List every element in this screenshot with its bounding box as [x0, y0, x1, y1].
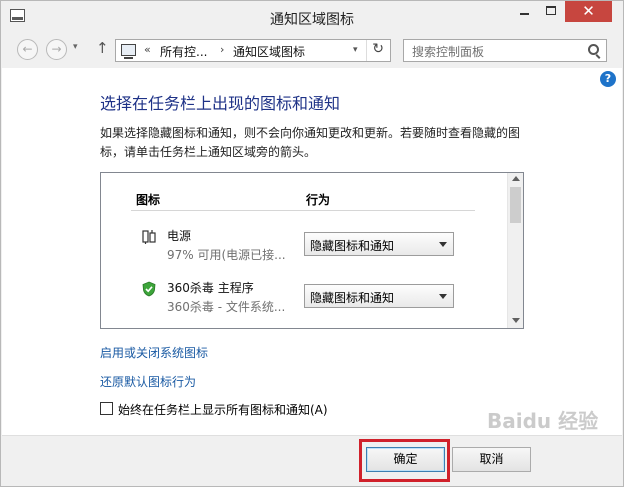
list-item: 360杀毒 主程序 360杀毒 - 文件系统... 隐藏图标和通知	[101, 277, 507, 325]
recent-locations-dropdown[interactable]: ▾	[73, 42, 78, 52]
column-header-behavior: 行为	[306, 193, 331, 207]
chevron-down-icon	[439, 294, 447, 299]
header-divider	[131, 210, 475, 211]
cancel-button[interactable]: 取消	[452, 447, 531, 472]
content-pane: ? 选择在任务栏上出现的图标和通知 如果选择隐藏图标和通知，则不会向你通知更改和…	[2, 68, 622, 435]
navigation-bar: ← → ▾ ↑ « 所有控... › 通知区域图标 ▾ ↻ 搜索控制面板	[1, 32, 623, 68]
minimize-icon	[520, 13, 529, 15]
scroll-up-arrow-icon[interactable]	[512, 176, 520, 181]
computer-icon	[121, 44, 136, 59]
page-heading: 选择在任务栏上出现的图标和通知	[100, 94, 341, 113]
maximize-icon	[546, 6, 556, 15]
help-icon[interactable]: ?	[600, 71, 616, 87]
shield-icon	[142, 281, 156, 297]
address-divider	[366, 40, 367, 61]
title-bar: 通知区域图标 ✕	[1, 1, 623, 32]
ok-button-highlight-box	[359, 439, 450, 482]
behavior-select-value: 隐藏图标和通知	[310, 239, 395, 253]
maximize-button[interactable]	[538, 1, 565, 22]
item-subtitle: 97% 可用(电源已接...	[167, 248, 286, 262]
forward-arrow-icon: →	[51, 42, 62, 56]
address-bar[interactable]: « 所有控... › 通知区域图标 ▾ ↻	[115, 39, 391, 62]
close-button[interactable]: ✕	[565, 1, 612, 22]
minimize-button[interactable]	[511, 1, 538, 22]
list-item: 电源 97% 可用(电源已接... 隐藏图标和通知	[101, 225, 507, 273]
icon-behavior-list: 图标 行为 电源 97% 可用(电源已接... 隐藏图标和通知 360杀毒 主程…	[100, 172, 524, 329]
forward-button[interactable]: →	[46, 39, 67, 60]
power-plug-icon	[142, 230, 156, 244]
item-subtitle: 360杀毒 - 文件系统...	[167, 300, 286, 314]
breadcrumb-notification-icons[interactable]: 通知区域图标	[233, 43, 305, 60]
search-box[interactable]: 搜索控制面板	[403, 39, 607, 62]
behavior-select-value: 隐藏图标和通知	[310, 291, 395, 305]
toggle-system-icons-link[interactable]: 启用或关闭系统图标	[100, 344, 208, 361]
refresh-icon[interactable]: ↻	[372, 41, 384, 57]
behavior-select-power[interactable]: 隐藏图标和通知	[304, 232, 454, 256]
item-name: 电源	[167, 229, 192, 243]
always-show-checkbox[interactable]	[100, 402, 113, 415]
behavior-select-360[interactable]: 隐藏图标和通知	[304, 284, 454, 308]
page-description: 如果选择隐藏图标和通知，则不会向你通知更改和更新。若要随时查看隐藏的图标，请单击…	[100, 126, 521, 159]
back-button[interactable]: ←	[17, 39, 38, 60]
restore-default-behavior-link[interactable]: 还原默认图标行为	[100, 373, 196, 390]
up-button[interactable]: ↑	[96, 39, 109, 57]
close-icon: ✕	[582, 2, 595, 20]
scroll-thumb[interactable]	[510, 187, 521, 223]
scroll-down-arrow-icon[interactable]	[512, 318, 520, 323]
address-overflow-chevron[interactable]: «	[144, 43, 151, 56]
back-arrow-icon: ←	[22, 42, 33, 56]
breadcrumb-all-control-panel[interactable]: 所有控...	[160, 43, 207, 60]
search-icon[interactable]	[588, 44, 599, 55]
window: 通知区域图标 ✕ ← → ▾ ↑ « 所有控... › 通知区域图标 ▾ ↻ 搜…	[0, 0, 624, 487]
search-placeholder: 搜索控制面板	[412, 45, 485, 59]
column-header-icon: 图标	[136, 193, 161, 207]
breadcrumb-separator[interactable]: ›	[220, 43, 224, 56]
always-show-label[interactable]: 始终在任务栏上显示所有图标和通知(A)	[118, 401, 328, 418]
address-dropdown-icon[interactable]: ▾	[353, 45, 358, 55]
chevron-down-icon	[439, 242, 447, 247]
item-name: 360杀毒 主程序	[167, 281, 254, 295]
dialog-footer: 确定 取消	[2, 435, 622, 486]
list-scrollbar[interactable]	[507, 173, 523, 328]
